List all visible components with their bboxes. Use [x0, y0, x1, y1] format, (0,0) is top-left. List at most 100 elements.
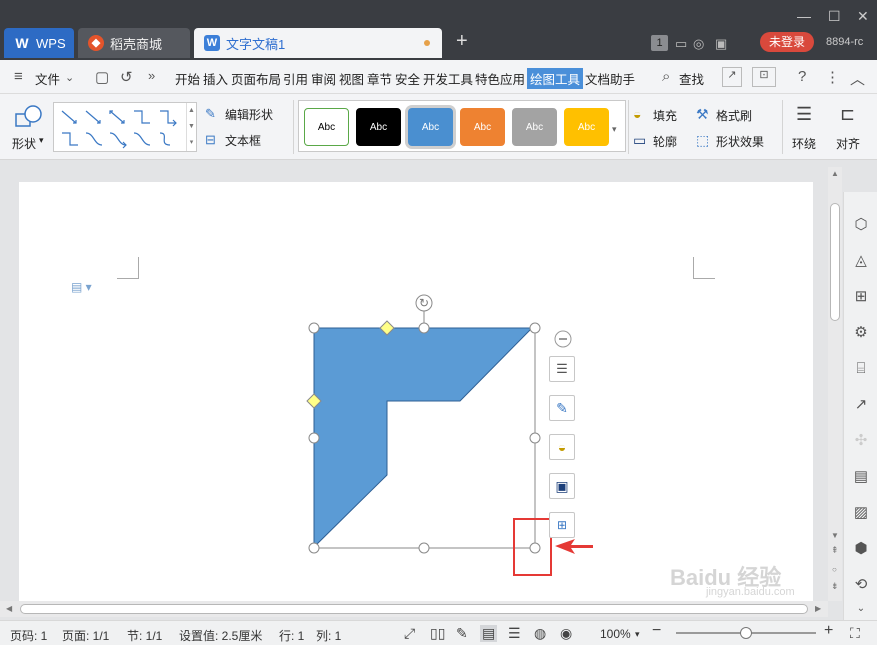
edit-shape-button[interactable]: ✎ 编辑形状 — [205, 106, 273, 122]
chevron-down-icon[interactable]: ▾ — [635, 629, 640, 640]
cloud-icon[interactable]: ◎ — [693, 36, 704, 52]
fill-button[interactable]: ◒ 填充 — [633, 106, 693, 124]
zoom-out-icon[interactable]: − — [652, 622, 661, 640]
shape-style-preset[interactable]: Abc — [408, 108, 453, 146]
zoom-in-icon[interactable]: + — [824, 622, 833, 640]
wallet-icon[interactable]: ▣ — [715, 36, 727, 52]
vertical-scrollbar[interactable]: ▲ ▼ ⇞ ○ ⇟ — [828, 167, 842, 601]
login-button[interactable]: 未登录 — [760, 32, 814, 52]
menu-references[interactable]: 引用 — [283, 69, 308, 88]
shape-more-button[interactable]: ⊞ — [549, 512, 575, 538]
eye-protect-icon[interactable]: ◉ — [560, 625, 572, 642]
scroll-down-icon[interactable]: ▼ — [831, 531, 839, 540]
layout-options-button[interactable]: ☰ — [549, 356, 575, 382]
zoom-slider-knob[interactable] — [740, 627, 752, 639]
style-gallery-expand-icon[interactable]: ▾ — [612, 124, 617, 135]
line-shape-gallery[interactable]: ▲ ▼ ▾ — [53, 102, 197, 152]
shape-style-button[interactable]: ✎ — [549, 395, 575, 421]
menu-drawing-tools[interactable]: 绘图工具 — [527, 68, 584, 89]
collaborate-icon[interactable]: ⊡ — [752, 67, 776, 87]
edit-mode-icon[interactable]: ✎ — [456, 625, 468, 642]
select-browse-icon[interactable]: ○ — [832, 565, 837, 574]
wrap-button[interactable]: ☰ 环绕 — [790, 102, 826, 152]
shapes-panel-icon[interactable]: ⬡ — [852, 216, 870, 234]
shape-style-preset[interactable]: Abc — [304, 108, 349, 146]
shape-effect-button[interactable]: ⬚ 形状效果 — [696, 132, 776, 150]
undo-icon[interactable]: ↺ — [120, 68, 133, 86]
shield-icon[interactable]: ⬢ — [852, 540, 870, 558]
zoom-slider[interactable] — [676, 627, 816, 639]
chevron-down-icon[interactable]: ⌄ — [852, 600, 870, 618]
tab-document[interactable]: W 文字文稿1 — [194, 28, 442, 58]
align-button[interactable]: ⊏ 对齐 — [834, 102, 870, 152]
outline-view-icon[interactable]: ☰ — [508, 625, 521, 642]
window-count-badge[interactable]: 1 — [651, 35, 668, 51]
selected-shape[interactable]: ↻ — [19, 182, 813, 612]
search-icon[interactable]: ⌕ — [662, 68, 670, 85]
picture-icon[interactable]: ▨ — [852, 504, 870, 522]
minimize-button[interactable]: — — [797, 8, 811, 24]
menu-view[interactable]: 视图 — [339, 69, 364, 88]
web-view-icon[interactable]: ◍ — [534, 625, 546, 642]
close-button[interactable]: ✕ — [857, 8, 869, 25]
horizontal-scrollbar[interactable]: ◀ ▶ — [0, 601, 828, 617]
settings-sliders-icon[interactable]: ⚙ — [852, 324, 870, 342]
hamburger-icon[interactable]: ≡ — [14, 68, 23, 85]
tab-docer-store[interactable]: ◆ 稻壳商城 — [78, 28, 190, 58]
format-painter-button[interactable]: ⚒ 格式刷 — [696, 106, 760, 124]
maximize-button[interactable]: ☐ — [828, 8, 841, 25]
share-export-icon[interactable]: ↗ — [852, 396, 870, 414]
l-shape — [313, 327, 534, 549]
fullscreen-icon[interactable]: ⤢ — [404, 625, 415, 642]
menu-developer[interactable]: 开发工具 — [423, 69, 473, 88]
menu-review[interactable]: 审阅 — [311, 69, 336, 88]
shape-style-preset[interactable]: Abc — [564, 108, 609, 146]
tab-wps-home[interactable]: W WPS — [4, 28, 74, 58]
shape-outline-button[interactable]: ▣ — [549, 473, 575, 499]
save-icon[interactable]: ▢ — [95, 68, 109, 86]
zoom-level[interactable]: 100% — [600, 627, 631, 641]
collapse-ribbon-icon[interactable]: ︿ — [850, 68, 865, 89]
page-view-icon[interactable]: ▤ — [480, 625, 498, 642]
menu-features[interactable]: 特色应用 — [475, 69, 525, 88]
textbox-button[interactable]: ⊟ 文本框 — [205, 132, 261, 148]
more-chevron-icon[interactable]: » — [148, 68, 155, 83]
more-menu-icon[interactable]: ⋮ — [825, 68, 840, 86]
search-label[interactable]: 查找 — [679, 69, 704, 88]
scroll-left-icon[interactable]: ◀ — [6, 604, 12, 613]
reading-mode-icon[interactable]: ▯▯ — [430, 625, 445, 642]
archive-icon[interactable]: ▤ — [852, 468, 870, 486]
new-tab-button[interactable]: + — [456, 30, 468, 53]
menu-insert[interactable]: 插入 — [203, 69, 228, 88]
fit-window-icon[interactable]: ⛶ — [850, 625, 860, 642]
shape-style-preset[interactable]: Abc — [356, 108, 401, 146]
document-page[interactable]: ▤ ▾ ↻ ☰ ✎ ◒ ▣ ⊞ — [19, 182, 813, 612]
menu-doc-assistant[interactable]: 文档助手 — [585, 69, 635, 88]
next-page-icon[interactable]: ⇟ — [831, 581, 839, 592]
menu-file[interactable]: 文件 — [35, 69, 60, 88]
menu-chapter[interactable]: 章节 — [367, 69, 392, 88]
prev-page-icon[interactable]: ⇞ — [831, 545, 839, 556]
vertical-scroll-thumb[interactable] — [830, 203, 840, 321]
table-icon[interactable]: ⊞ — [852, 288, 870, 306]
history-icon[interactable]: ⟲ — [852, 576, 870, 594]
scroll-up-icon[interactable]: ▲ — [831, 169, 839, 178]
shape-button[interactable]: 形状 ▾ — [10, 102, 48, 152]
outline-button[interactable]: ▭ 轮廓 — [633, 132, 693, 150]
scroll-right-icon[interactable]: ▶ — [815, 604, 821, 613]
share-icon[interactable]: ↗ — [722, 67, 742, 87]
shape-style-preset[interactable]: Abc — [460, 108, 505, 146]
shape-style-preset[interactable]: Abc — [512, 108, 557, 146]
layers-icon[interactable]: ◬ — [852, 252, 870, 270]
horizontal-scroll-thumb[interactable] — [20, 604, 808, 614]
menu-security[interactable]: 安全 — [395, 69, 420, 88]
shape-fill-button[interactable]: ◒ — [549, 434, 575, 460]
help-icon[interactable]: ? — [798, 68, 806, 85]
format-brush-label: 格式刷 — [716, 109, 753, 123]
menu-home[interactable]: 开始 — [175, 69, 200, 88]
gallery-scroll[interactable]: ▲ ▼ ▾ — [186, 103, 196, 151]
skin-icon[interactable]: ▭ — [675, 36, 687, 52]
image-search-icon[interactable]: ⌸ — [852, 360, 870, 378]
menu-page-layout[interactable]: 页面布局 — [231, 69, 281, 88]
chevron-down-icon[interactable]: ⌄ — [65, 71, 74, 84]
